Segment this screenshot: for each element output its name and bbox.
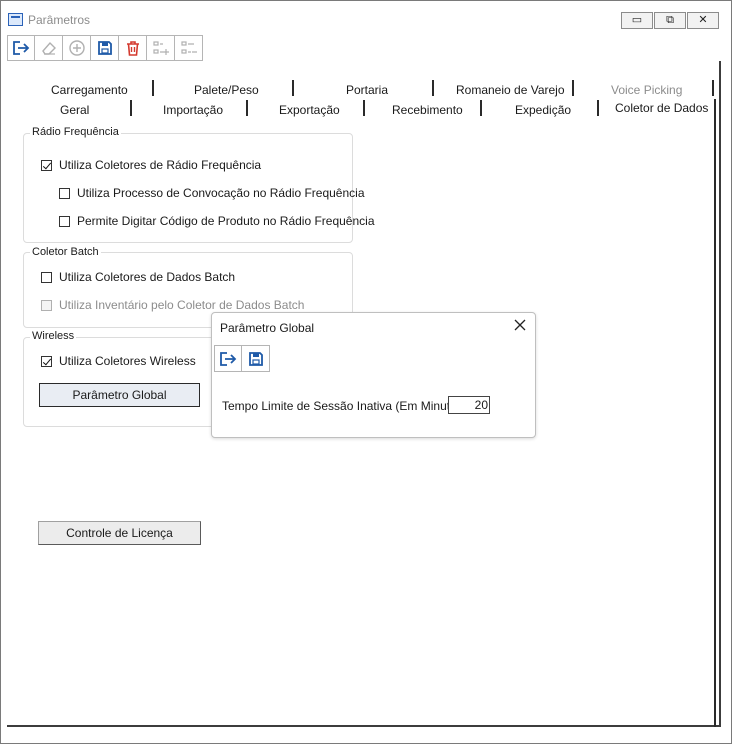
close-button[interactable]: ✕ [687,12,719,29]
tab-separator [246,100,248,116]
clear-button[interactable] [35,35,63,61]
session-timeout-input[interactable]: 20 [448,396,490,414]
dialog-save-button[interactable] [242,345,270,372]
use-inventory-label: Utiliza Inventário pelo Coletor de Dados… [59,298,305,312]
parametro-global-dialog: Parâmetro Global Tempo Limite de Sessão … [211,312,536,438]
tab-geral[interactable]: Geral [60,103,89,117]
title-bar: Parâmetros ▭ ⧉ ✕ [1,1,731,37]
tab-separator [712,80,714,96]
tab-separator [480,100,482,116]
tab-separator [432,80,434,96]
app-icon [8,13,23,26]
tab-coletor-dados[interactable]: Coletor de Dados [615,101,708,115]
window-title: Parâmetros [28,13,91,27]
checkbox-box[interactable] [41,355,52,367]
dialog-title: Parâmetro Global [220,321,315,335]
checkbox-box[interactable] [41,159,52,171]
active-tab-border [714,99,716,727]
use-inventory-checkbox[interactable]: Utiliza Inventário pelo Coletor de Dados… [41,298,304,312]
tab-expedicao[interactable]: Expedição [515,103,571,117]
close-icon[interactable] [513,318,527,332]
radio-frequencia-title: Rádio Frequência [30,126,121,138]
eraser-icon [41,41,56,55]
wireless-group [23,337,223,427]
dialog-toolbar [214,345,270,372]
parametro-global-button[interactable]: Parâmetro Global [39,383,200,407]
restore-button[interactable]: ⧉ [654,12,686,29]
exit-button[interactable] [7,35,35,61]
tab-separator [130,100,132,116]
delete-icon [126,40,139,56]
tab-recebimento[interactable]: Recebimento [392,103,463,117]
tab-voice-picking[interactable]: Voice Picking [611,83,682,97]
tab-portaria[interactable]: Portaria [346,83,388,97]
use-wireless-checkbox[interactable]: Utiliza Coletores Wireless [41,354,196,368]
exit-icon [220,351,237,366]
tab-carregamento[interactable]: Carregamento [51,83,128,97]
add-line-button[interactable] [147,35,175,61]
exit-icon [13,41,30,55]
checkbox-box[interactable] [59,215,70,227]
tab-separator [292,80,294,96]
dialog-exit-button[interactable] [214,345,242,372]
add-circle-icon [68,40,85,56]
tab-romaneio-varejo[interactable]: Romaneio de Varejo [456,83,565,97]
use-rf-checkbox[interactable]: Utiliza Coletores de Rádio Frequência [41,158,261,172]
checkbox-box[interactable] [41,271,52,283]
tab-separator [572,80,574,96]
save-button[interactable] [91,35,119,61]
tab-separator [363,100,365,116]
add-button[interactable] [63,35,91,61]
tab-separator [152,80,154,96]
coletor-batch-title: Coletor Batch [30,246,101,258]
main-toolbar [7,35,203,61]
save-icon [97,41,112,55]
checkbox-box[interactable] [41,299,52,311]
use-convocacao-checkbox[interactable]: Utiliza Processo de Convocação no Rádio … [59,186,365,200]
tab-separator [597,100,599,116]
tab-exportacao[interactable]: Exportação [279,103,340,117]
save-icon [248,351,263,366]
add-line-icon [152,41,169,55]
allow-product-code-label: Permite Digitar Código de Produto no Rád… [77,214,375,228]
wireless-title: Wireless [30,330,77,342]
use-convocacao-label: Utiliza Processo de Convocação no Rádio … [77,186,365,200]
use-batch-label: Utiliza Coletores de Dados Batch [59,270,236,284]
use-rf-label: Utiliza Coletores de Rádio Frequência [59,158,262,172]
tab-palete-peso[interactable]: Palete/Peso [194,83,259,97]
minimize-button[interactable]: ▭ [621,12,653,29]
tab-importacao[interactable]: Importação [163,103,223,117]
allow-product-code-checkbox[interactable]: Permite Digitar Código de Produto no Rád… [59,214,375,228]
remove-line-button[interactable] [175,35,203,61]
session-timeout-label: Tempo Limite de Sessão Inativa (Em Minut… [222,399,467,413]
delete-button[interactable] [119,35,147,61]
controle-licenca-button[interactable]: Controle de Licença [38,521,201,545]
checkbox-box[interactable] [59,187,70,199]
remove-line-icon [180,41,197,54]
use-batch-checkbox[interactable]: Utiliza Coletores de Dados Batch [41,270,235,284]
use-wireless-label: Utiliza Coletores Wireless [59,354,196,368]
parametros-window: Parâmetros ▭ ⧉ ✕ Carregamento Palete/Pes… [0,0,732,744]
